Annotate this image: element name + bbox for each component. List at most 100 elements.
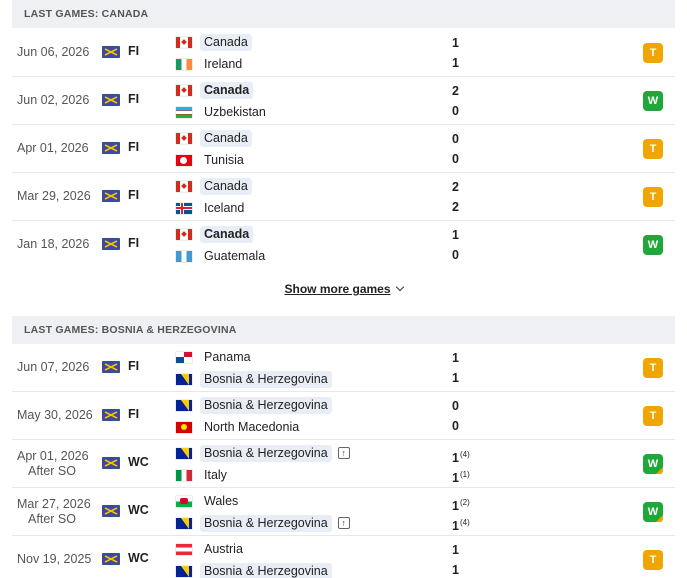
match-date: Apr 01, 2026 [17,141,89,155]
competition-code: FI [128,407,140,421]
austria-flag-icon [176,543,192,555]
away-team[interactable]: North Macedonia [176,417,303,437]
result-badge-tie: T [643,406,663,426]
home-score: 1(2) [452,495,482,514]
section-header-canada: LAST GAMES: CANADA [12,0,675,28]
home-team[interactable]: Bosnia & Herzegovina [176,395,332,415]
away-score: 1(1) [452,467,482,486]
result-badge-win: W [643,454,663,474]
team-name: Guatemala [204,248,266,263]
match-row[interactable]: Jun 02, 2026 FI Canada Uzbekistan 2 0 W [12,77,675,125]
canada-flag-icon [176,84,192,96]
away-team[interactable]: Bosnia & Herzegovina [176,561,332,578]
match-date-block: Apr 01, 2026 After SO [17,449,97,479]
friendly-competition-icon [102,409,120,421]
bosnia-flag-icon [176,565,192,577]
away-team[interactable]: Bosnia & Herzegovina [176,369,332,389]
match-row[interactable]: Jan 18, 2026 FI Canada Guatemala 1 0 W [12,221,675,269]
team-name: Canada [200,129,252,147]
match-row[interactable]: Mar 27, 2026 After SO WC Wales Bosnia & … [12,488,675,536]
penalty-score: (1) [459,470,470,479]
team-name: Iceland [204,200,245,215]
score-value: 1 [452,471,459,485]
result-badge-win: W [643,235,663,255]
home-score: 1(4) [452,447,482,466]
home-team[interactable]: Wales [176,491,242,511]
team-name: Panama [204,349,251,364]
away-score: 0 [452,152,459,166]
competition-code: FI [128,188,140,202]
match-row[interactable]: Mar 29, 2026 FI Canada Iceland 2 2 T [12,173,675,221]
away-team[interactable]: Italy [176,465,231,485]
team-name: Canada [200,225,254,243]
team-name: Tunisia [204,152,244,167]
home-score: 1 [452,543,459,557]
friendly-competition-icon [102,94,120,106]
canada-flag-icon [176,180,192,192]
world-cup-competition-icon [102,553,120,565]
bosnia-flag-icon [176,517,192,529]
score-value: 1 [452,519,459,533]
match-row[interactable]: May 30, 2026 FI Bosnia & Herzegovina Nor… [12,392,675,440]
friendly-competition-icon [102,190,120,202]
match-note: After SO [28,512,76,526]
home-team[interactable]: Panama [176,347,255,367]
team-name: Bosnia & Herzegovina [200,562,332,578]
result-badge-tie: T [643,187,663,207]
advance-arrow-icon: ↑ [337,517,350,529]
match-date: Jun 07, 2026 [17,360,90,374]
away-score: 1 [452,56,459,70]
canada-flag-icon [176,36,192,48]
home-team[interactable]: Canada [176,80,254,100]
away-team[interactable]: Uzbekistan [176,102,270,122]
competition-code: WC [128,455,149,469]
home-team[interactable]: Canada [176,32,252,52]
match-row[interactable]: Jun 07, 2026 FI Panama Bosnia & Herzegov… [12,344,675,392]
home-team[interactable]: Canada [176,128,252,148]
score-value: 1 [452,499,459,513]
uzbekistan-flag-icon [176,106,192,118]
home-score: 1 [452,351,459,365]
result-badge-tie: T [643,358,663,378]
away-team[interactable]: Tunisia [176,150,248,170]
home-team[interactable]: Bosnia & Herzegovina ↑ [176,443,350,463]
section-header-bosnia: LAST GAMES: BOSNIA & HERZEGOVINA [12,316,675,344]
team-name: Ireland [204,56,243,71]
match-date: Nov 19, 2025 [17,552,92,566]
match-date: Jun 02, 2026 [17,93,90,107]
match-row[interactable]: Jun 06, 2026 FI Canada Ireland 1 1 T [12,29,675,77]
home-team[interactable]: Austria [176,539,247,559]
competition-code: WC [128,551,149,565]
ireland-flag-icon [176,58,192,70]
home-score: 1 [452,36,459,50]
away-team[interactable]: Guatemala [176,246,269,266]
away-score: 1(4) [452,515,482,534]
home-team[interactable]: Canada [176,224,254,244]
match-date: Mar 29, 2026 [17,189,91,203]
match-date: Mar 27, 2026 [17,497,91,511]
team-name: Bosnia & Herzegovina [200,514,332,532]
away-team[interactable]: Iceland [176,198,248,218]
team-name: Italy [204,467,227,482]
team-name: Wales [204,493,239,508]
away-team[interactable]: Bosnia & Herzegovina ↑ [176,513,350,533]
home-score: 2 [452,84,459,98]
match-date-block: Mar 27, 2026 After SO [17,497,97,527]
iceland-flag-icon [176,202,192,214]
wales-flag-icon [176,495,192,507]
away-score: 0 [452,419,459,433]
result-badge-tie: T [643,43,663,63]
home-score: 0 [452,399,459,413]
match-date: Jan 18, 2026 [17,237,90,251]
friendly-competition-icon [102,46,120,58]
away-team[interactable]: Ireland [176,54,246,74]
team-name: Austria [204,541,243,556]
friendly-competition-icon [102,142,120,154]
match-row[interactable]: Nov 19, 2025 WC Austria Bosnia & Herzego… [12,536,675,578]
show-more-games-link[interactable]: Show more games [0,282,687,296]
home-team[interactable]: Canada [176,176,252,196]
competition-code: FI [128,359,140,373]
match-row[interactable]: Apr 01, 2026 After SO WC Bosnia & Herzeg… [12,440,675,488]
guatemala-flag-icon [176,250,192,262]
match-row[interactable]: Apr 01, 2026 FI Canada Tunisia 0 0 T [12,125,675,173]
